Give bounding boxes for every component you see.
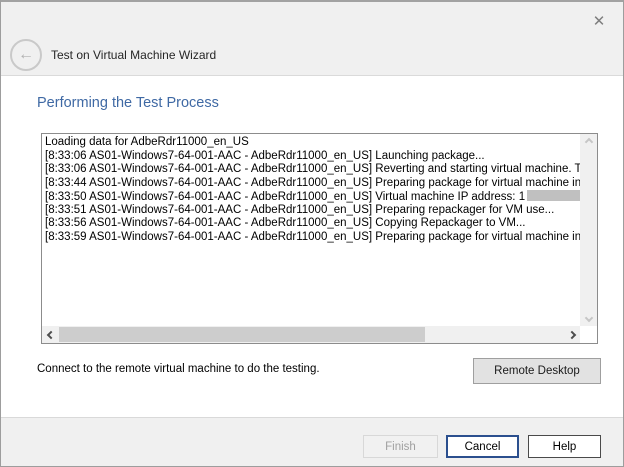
log-line: [8:33:50 AS01-Windows7-64-001-AAC - Adbe… — [45, 190, 577, 204]
scroll-right-button[interactable] — [563, 326, 580, 343]
help-button[interactable]: Help — [528, 435, 601, 458]
log-line: [8:33:06 AS01-Windows7-64-001-AAC - Adbe… — [45, 163, 577, 177]
log-line-text: [8:33:44 AS01-Windows7-64-001-AAC - Adbe… — [45, 177, 580, 189]
test-log-listbox[interactable]: Loading data for AdbeRdr11000_en_US [8:33… — [41, 133, 598, 344]
log-line: [8:33:06 AS01-Windows7-64-001-AAC - Adbe… — [45, 150, 577, 164]
log-line-text: [8:33:51 AS01-Windows7-64-001-AAC - Adbe… — [45, 204, 554, 216]
remote-desktop-button[interactable]: Remote Desktop — [473, 358, 601, 384]
log-line: [8:33:44 AS01-Windows7-64-001-AAC - Adbe… — [45, 177, 577, 191]
log-line: [8:33:51 AS01-Windows7-64-001-AAC - Adbe… — [45, 204, 577, 218]
scroll-down-icon[interactable] — [584, 314, 592, 322]
log-lines: Loading data for AdbeRdr11000_en_US [8:33… — [42, 134, 580, 326]
log-line: [8:33:59 AS01-Windows7-64-001-AAC - Adbe… — [45, 231, 577, 245]
log-line-text: [8:33:06 AS01-Windows7-64-001-AAC - Adbe… — [45, 163, 580, 175]
scrollbar-corner — [580, 326, 597, 343]
log-line-text: Loading data for AdbeRdr11000_en_US — [45, 136, 249, 148]
close-icon: ✕ — [593, 13, 606, 30]
finish-button[interactable]: Finish — [363, 435, 438, 458]
log-line: [8:33:56 AS01-Windows7-64-001-AAC - Adbe… — [45, 217, 577, 231]
redacted-ip-block — [527, 190, 580, 201]
scroll-right-icon — [567, 330, 575, 338]
log-line-text: [8:33:50 AS01-Windows7-64-001-AAC - Adbe… — [45, 191, 525, 203]
dialog-header: ← Test on Virtual Machine Wizard ✕ — [1, 2, 623, 76]
wizard-dialog: ← Test on Virtual Machine Wizard ✕ Perfo… — [0, 0, 624, 467]
page-title: Performing the Test Process — [37, 95, 219, 111]
log-line-text: [8:33:59 AS01-Windows7-64-001-AAC - Adbe… — [45, 231, 580, 243]
scroll-left-button[interactable] — [42, 326, 59, 343]
cancel-button[interactable]: Cancel — [446, 435, 519, 458]
log-line: Loading data for AdbeRdr11000_en_US — [45, 136, 577, 150]
close-button[interactable]: ✕ — [589, 12, 609, 32]
back-arrow-icon: ← — [18, 46, 34, 63]
scroll-up-icon[interactable] — [584, 138, 592, 146]
horizontal-scrollbar[interactable] — [42, 326, 580, 343]
horizontal-scrollbar-thumb[interactable] — [59, 327, 425, 342]
scroll-left-icon — [46, 330, 54, 338]
dialog-title: Test on Virtual Machine Wizard — [51, 48, 216, 62]
status-message: Connect to the remote virtual machine to… — [37, 363, 320, 375]
log-line-text: [8:33:06 AS01-Windows7-64-001-AAC - Adbe… — [45, 150, 485, 162]
log-line-text: [8:33:56 AS01-Windows7-64-001-AAC - Adbe… — [45, 217, 526, 229]
back-button[interactable]: ← — [10, 39, 42, 71]
vertical-scrollbar[interactable] — [580, 134, 597, 326]
